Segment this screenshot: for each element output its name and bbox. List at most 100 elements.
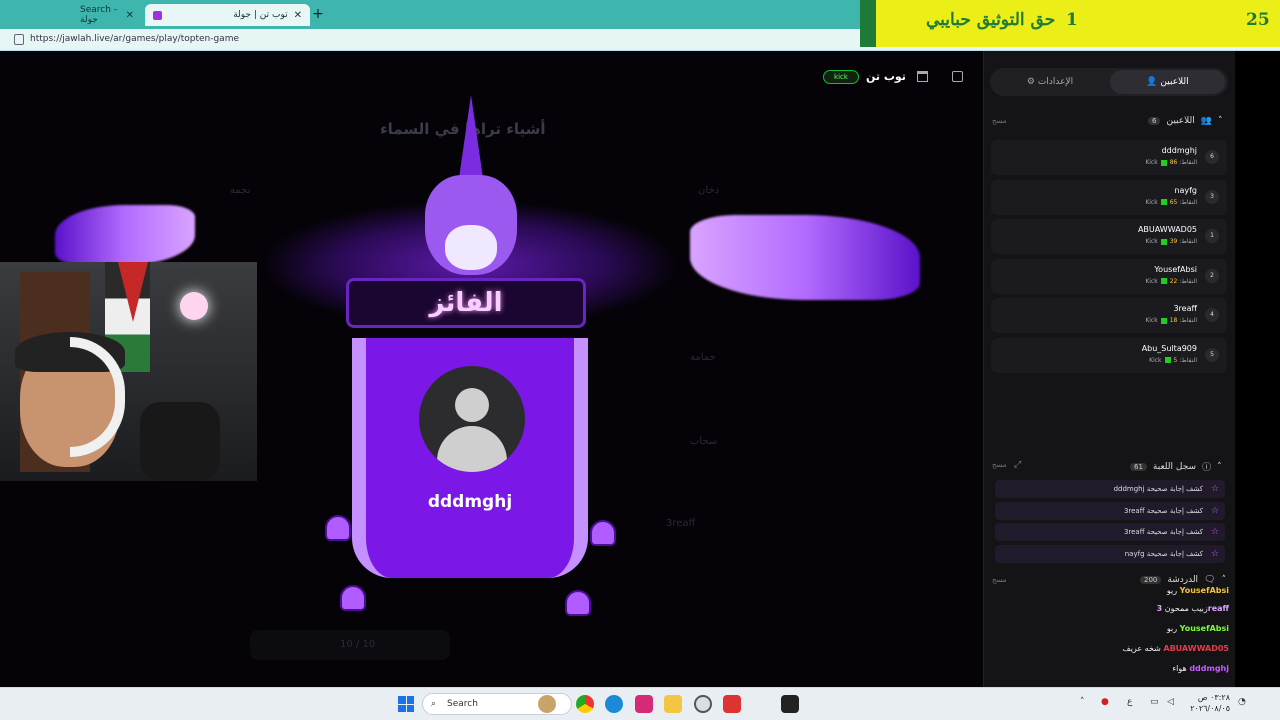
close-tab-icon[interactable]: ✕ <box>126 10 134 21</box>
player-points: Kick النقاط: 22 <box>1145 277 1197 285</box>
log-entry: dddmghj كشف إجابة صحيحة ☆ <box>995 480 1225 498</box>
kick-label: Kick <box>1145 198 1158 206</box>
bell-icon <box>340 585 366 611</box>
player-rank: 2 <box>1205 268 1219 283</box>
browser-tab-search[interactable]: Search - جولة ✕ <box>72 4 142 26</box>
url-text[interactable]: https://jawlah.live/ar/games/play/topten… <box>30 34 239 44</box>
player-rank: 4 <box>1205 308 1219 322</box>
kick-label: Kick <box>1149 356 1162 364</box>
chevron-up-icon[interactable]: ˄ <box>1222 575 1227 585</box>
tab-favicon-icon <box>153 10 162 20</box>
clear-log-button[interactable]: مسح <box>992 461 1007 469</box>
language-indicator[interactable]: ع <box>1127 697 1132 707</box>
new-tab-button[interactable]: + <box>310 6 326 22</box>
microphone-icon[interactable]: ● <box>1101 697 1109 707</box>
clear-players-button[interactable]: مسح <box>992 117 1007 125</box>
app-red-icon[interactable] <box>723 695 741 713</box>
kick-icon <box>1160 238 1167 245</box>
site-info-icon[interactable] <box>14 34 24 45</box>
winner-avatar <box>419 366 525 472</box>
kick-icon <box>1160 278 1167 284</box>
points-label: النقاط <box>1181 238 1197 245</box>
points-value: 86 <box>1169 159 1178 166</box>
player-row[interactable]: YousefAbsi Kick النقاط: 22 2 <box>991 258 1227 294</box>
notifications-icon[interactable]: ◔ <box>1238 697 1246 707</box>
chat-header-label: الدردشة <box>1167 575 1199 585</box>
log-text: 3reaff كشف إجابة صحيحة <box>1123 528 1203 537</box>
chevron-up-icon[interactable]: ˄ <box>1080 697 1085 707</box>
tab-settings[interactable]: ⚙ الإعدادات <box>995 70 1105 94</box>
log-entry: 3reaff كشف إجابة صحيحة ☆ <box>995 523 1225 542</box>
chrome-icon[interactable] <box>576 695 594 713</box>
taskbar-search-label: Search <box>447 699 478 709</box>
points-value: 18 <box>1169 317 1178 324</box>
taskbar-clock[interactable]: ٠٣:٢٨ ص ٢٠٢٦/٠٨/٠٥ <box>1185 692 1230 714</box>
player-name: YousefAbsi <box>1154 264 1197 274</box>
chat-message: ريو YousefAbsi <box>1167 586 1229 595</box>
chevron-up-icon[interactable]: ˄ <box>1217 462 1222 472</box>
banner-text: حق التوثيق حبايبي <box>926 10 1056 30</box>
kick-icon <box>1160 199 1167 205</box>
volume-icon[interactable]: ◁ <box>1167 697 1174 707</box>
tab-settings-label: الإعدادات <box>1037 77 1074 87</box>
stream-overlay-banner: حق التوثيق حبايبي 1 25 <box>860 0 1280 47</box>
player-row[interactable]: ABUAWWAD05 Kick النقاط: 39 1 <box>991 219 1227 254</box>
chat-section-header[interactable]: 200 الدردشة 🗨 ˄ <box>1140 575 1226 585</box>
users-icon: 👤 <box>1146 77 1161 87</box>
expand-icon[interactable]: ⤢ <box>1014 460 1021 470</box>
player-name: nayfg <box>1174 185 1197 195</box>
chat-text: شخه عريف <box>1122 644 1161 653</box>
webcam-feed <box>0 262 257 481</box>
file-explorer-icon[interactable] <box>664 695 682 713</box>
player-name: ABUAWWAD05 <box>1137 225 1197 234</box>
instagram-icon[interactable] <box>635 695 653 713</box>
player-row[interactable]: dddmghj Kick النقاط: 86 6 <box>991 140 1227 175</box>
progress-text: 10 / 10 <box>340 639 376 650</box>
chat-username[interactable]: YousefAbsi <box>1180 586 1229 595</box>
player-row[interactable]: 3reaff Kick النقاط: 18 4 <box>991 298 1227 333</box>
clear-chat-button[interactable]: مسح <box>992 576 1007 584</box>
obs-icon[interactable] <box>694 695 712 713</box>
points-label: النقاط <box>1181 198 1197 206</box>
player-row[interactable]: Abu_Sulta909 Kick النقاط: 55 <box>991 337 1227 373</box>
chat-username[interactable]: dddmghj <box>1189 664 1229 673</box>
chat-username[interactable]: ABUAWWAD05 <box>1163 644 1229 653</box>
chevron-up-icon[interactable]: ˄ <box>1218 116 1223 126</box>
right-flame <box>690 215 920 300</box>
info-icon: ⓘ <box>1202 463 1212 473</box>
home-icon[interactable] <box>917 71 928 82</box>
log-section-header[interactable]: 61 سجل اللعبة ⓘ ˄ <box>1130 460 1222 473</box>
chat-username[interactable]: YousefAbsi <box>1180 624 1229 633</box>
chat-text: هواء <box>1172 664 1187 673</box>
close-tab-icon[interactable]: ✕ <box>294 10 302 21</box>
players-section-header[interactable]: 6 اللاعبين 👥 ˄ <box>1148 116 1222 126</box>
star-icon: ☆ <box>1210 505 1219 516</box>
sliders-icon: ⚙ <box>1026 77 1038 87</box>
collapse-panel-icon[interactable] <box>952 71 963 82</box>
windows-start-icon[interactable] <box>398 696 414 712</box>
browser-tab-topten[interactable]: توب تن | جولة ✕ <box>145 4 310 26</box>
tab-players[interactable]: 👤 اللاعبين <box>1110 70 1225 94</box>
tab-label: Search - جولة <box>80 5 118 25</box>
chat-icon: 🗨 <box>1204 575 1216 585</box>
kick-label: Kick <box>1145 277 1158 285</box>
chat-message: شخه عريف ABUAWWAD05 <box>1122 644 1229 653</box>
star-icon: ☆ <box>1210 527 1219 538</box>
edge-icon[interactable] <box>605 695 623 713</box>
player-row[interactable]: nayfg Kick النقاط: 65 3 <box>991 179 1227 215</box>
webcam-lamp <box>180 292 208 320</box>
owl-app-icon[interactable] <box>538 695 556 713</box>
webcam-chair <box>140 402 220 481</box>
player-name: Abu_Sulta909 <box>1141 343 1197 353</box>
player-rank: 6 <box>1205 150 1219 164</box>
search-icon: ⌕ <box>431 699 437 709</box>
chat-message: هواء dddmghj <box>1172 664 1229 673</box>
terminal-icon[interactable] <box>781 695 799 713</box>
kick-label: Kick <box>1145 238 1158 245</box>
network-icon[interactable]: ▭ <box>1150 697 1159 707</box>
chat-message: ربو YousefAbsi <box>1167 624 1229 633</box>
kick-label: Kick <box>1145 159 1158 166</box>
log-count: 61 <box>1130 462 1147 471</box>
chat-message: زبيب ممحون 3reaff <box>1157 604 1229 613</box>
points-value: 65 <box>1169 198 1178 206</box>
